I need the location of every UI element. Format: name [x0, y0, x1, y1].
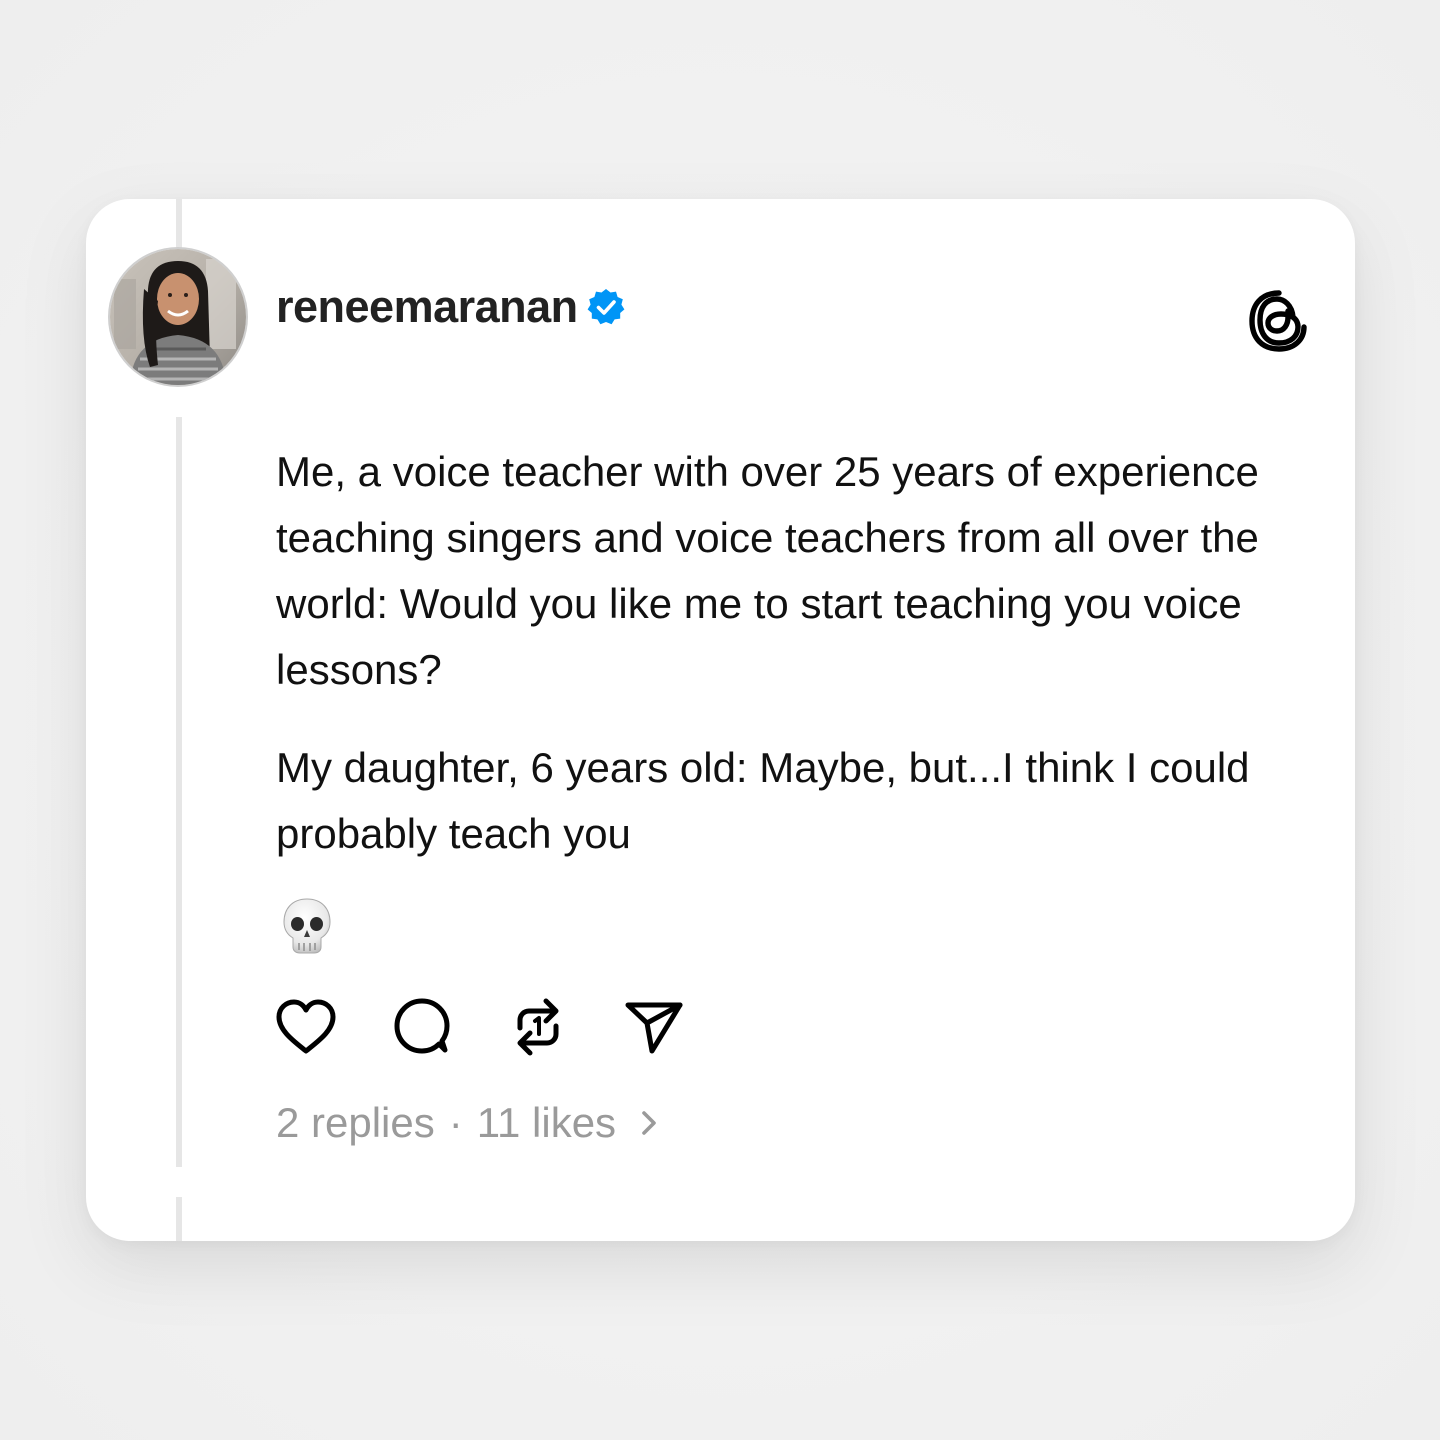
- threads-post-card: reneemaranan Me, a voice teacher with ov…: [86, 199, 1355, 1241]
- replies-count[interactable]: 2 replies: [276, 1099, 435, 1147]
- chevron-right-icon: [638, 1103, 662, 1143]
- page-background: reneemaranan Me, a voice teacher with ov…: [0, 0, 1440, 1440]
- reply-button[interactable]: [390, 995, 454, 1059]
- post-paragraph-1: Me, a voice teacher with over 25 years o…: [276, 448, 1259, 693]
- thread-line-top: [176, 199, 182, 249]
- share-button[interactable]: [622, 995, 686, 1059]
- thread-line: [176, 417, 182, 1167]
- threads-logo-icon[interactable]: [1246, 287, 1312, 355]
- thread-line-bottom: [176, 1197, 182, 1241]
- username[interactable]: reneemaranan: [276, 281, 578, 333]
- send-icon: [625, 1002, 683, 1054]
- post-body: Me, a voice teacher with over 25 years o…: [276, 439, 1326, 899]
- likes-count[interactable]: 11 likes: [477, 1099, 616, 1147]
- skull-emoji-icon: [282, 897, 332, 955]
- repost-icon: [517, 998, 559, 1056]
- comment-bubble-icon: [394, 998, 450, 1054]
- post-paragraph-2: My daughter, 6 years old: Maybe, but...I…: [276, 744, 1250, 857]
- repost-button[interactable]: [506, 995, 570, 1059]
- stats-separator: ·: [448, 1099, 463, 1146]
- verified-badge-icon: [586, 287, 626, 327]
- action-bar: [274, 995, 686, 1059]
- heart-icon: [276, 999, 336, 1054]
- avatar-photo: [110, 249, 246, 385]
- avatar[interactable]: [110, 249, 246, 385]
- username-row: reneemaranan: [276, 281, 626, 333]
- like-button[interactable]: [274, 995, 338, 1059]
- post-stats-link[interactable]: 2 replies · 11 likes: [276, 1099, 662, 1147]
